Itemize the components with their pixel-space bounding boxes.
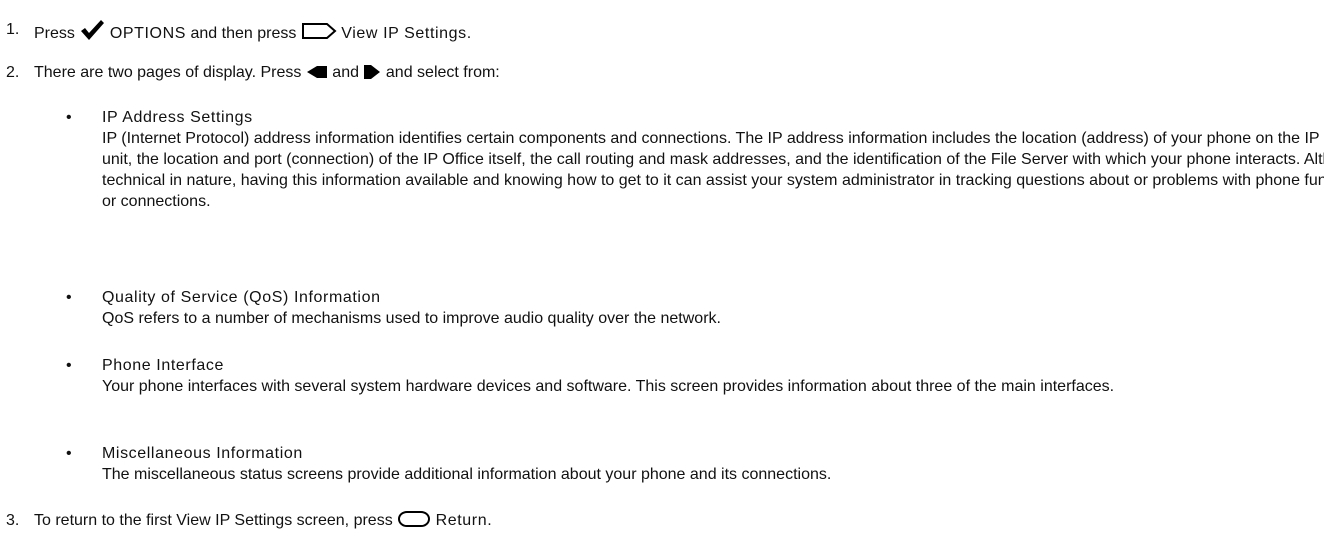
return-label: Return. [435,512,493,529]
bullet-marker: • [66,445,72,462]
step-number: 2. [6,64,20,81]
view-ip-settings-label: View IP Settings. [341,25,472,42]
bullet-marker: • [66,289,72,306]
step-number: 1. [6,21,20,38]
bullet-title: IP Address Settings [102,109,253,126]
step-number: 3. [6,512,20,529]
step-text: There are two pages of display. Press [34,64,302,81]
bullet-description: Your phone interfaces with several syste… [102,378,1115,395]
instruction-document: 1. Press OPTIONS and then press View IP … [0,0,1324,541]
step-text: To return to the first View IP Settings … [34,512,393,529]
checkmark-icon [81,20,105,40]
bullet-title: Quality of Service (QoS) Information [102,289,381,306]
bullet-marker: • [66,357,72,374]
bullet-description: QoS refers to a number of mechanisms use… [102,310,721,327]
options-label: OPTIONS [109,25,187,42]
bullet-description: IP (Internet Protocol) address informati… [102,130,1324,210]
left-arrow-icon [306,66,327,78]
bullet-description: The miscellaneous status screens provide… [102,466,832,483]
bullet-title: Miscellaneous Information [102,445,303,462]
step-text: and [332,64,359,81]
return-button-icon [398,511,431,527]
step-text: Press [34,25,75,42]
bullet-title: Phone Interface [102,357,224,374]
step-text: and select from: [385,64,500,81]
step-text: and then press [190,25,297,42]
right-arrow-icon [364,65,381,79]
bullet-marker: • [66,109,72,126]
softkey-button-icon [301,23,337,39]
